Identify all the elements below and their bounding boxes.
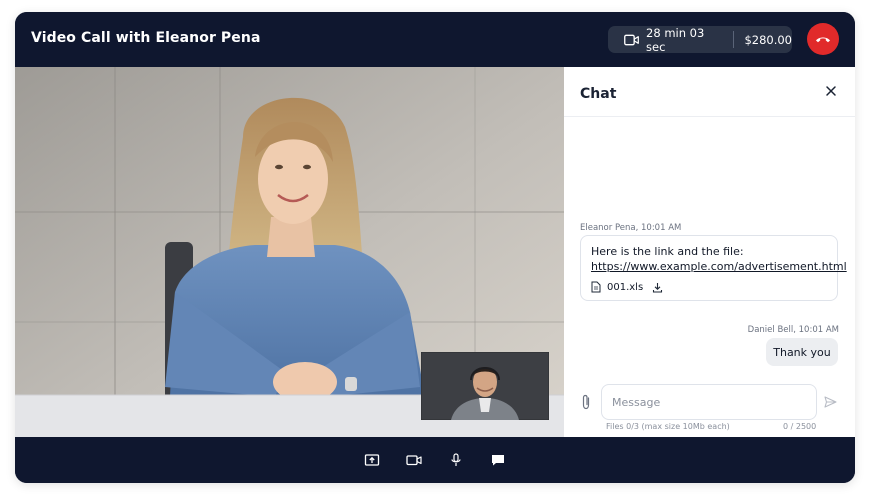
main-video (15, 67, 564, 437)
incoming-message: Here is the link and the file: https://w… (580, 235, 847, 301)
download-icon[interactable] (652, 282, 663, 293)
outgoing-message: Thank you (766, 338, 838, 366)
call-info-pill: 28 min 03 sec $280.00 (608, 25, 792, 54)
send-icon[interactable] (824, 396, 837, 408)
file-attachment[interactable]: 001.xls (591, 280, 663, 294)
chat-divider (564, 116, 855, 117)
header-bar: Video Call with Eleanor Pena 28 min 03 s… (15, 12, 855, 67)
close-icon[interactable] (824, 84, 838, 98)
chat-panel: Chat Eleanor Pena, 10:01 AM Here is the … (564, 67, 855, 437)
video-call-window: Video Call with Eleanor Pena 28 min 03 s… (15, 12, 855, 483)
message-link[interactable]: https://www.example.com/advertisement.ht… (591, 260, 847, 273)
microphone-icon[interactable] (448, 453, 464, 467)
camera-icon[interactable] (406, 453, 422, 467)
message-meta: Eleanor Pena, 10:01 AM (580, 223, 682, 233)
document-icon (591, 281, 601, 293)
self-view-video[interactable] (421, 352, 549, 420)
message-text: Here is the link and the file: (591, 245, 744, 258)
files-hint: Files 0/3 (max size 10Mb each) (606, 422, 730, 431)
message-meta-text: Daniel Bell, 10:01 AM (747, 325, 839, 335)
message-input[interactable] (601, 384, 817, 420)
call-duration: 28 min 03 sec (646, 25, 705, 54)
call-price: $280.00 (744, 32, 792, 47)
message-text: Thank you (773, 345, 831, 359)
call-title: Video Call with Eleanor Pena (31, 30, 261, 46)
share-screen-icon[interactable] (364, 453, 380, 467)
pill-divider (732, 31, 734, 48)
video-camera-icon (624, 34, 639, 45)
controls-bar (15, 437, 855, 483)
char-counter: 0 / 2500 (783, 422, 817, 431)
paperclip-icon[interactable] (581, 394, 591, 410)
file-name: 001.xls (607, 281, 644, 293)
chat-icon[interactable] (490, 453, 506, 467)
chat-title: Chat (580, 86, 617, 102)
phone-hangup-icon (816, 37, 830, 43)
hang-up-button[interactable] (807, 23, 839, 55)
